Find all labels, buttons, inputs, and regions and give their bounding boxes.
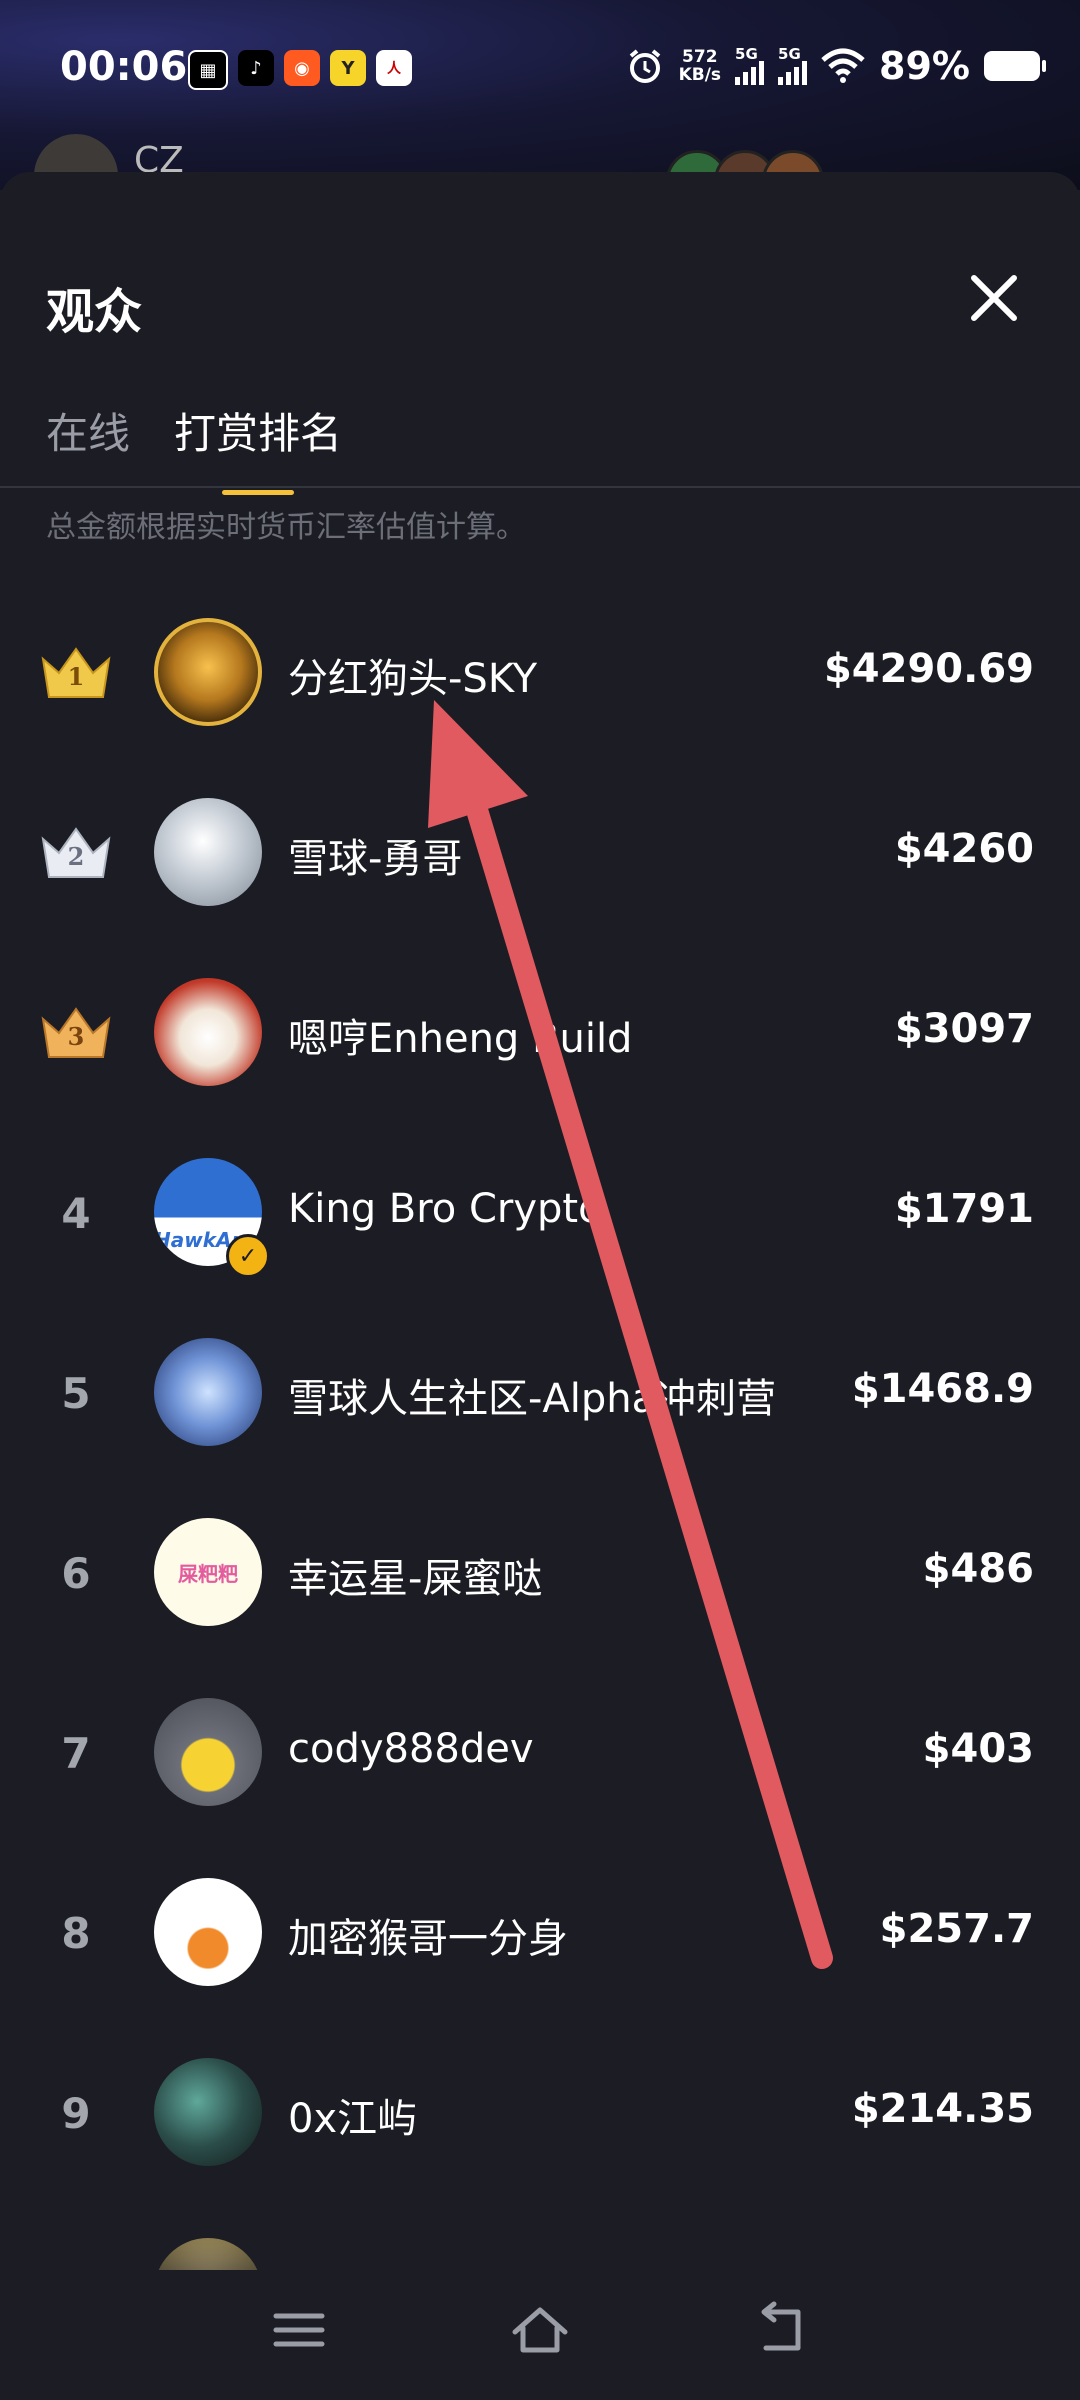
donation-amount: $1468.9 xyxy=(851,1366,1034,1412)
okx-app-icon: ▦ xyxy=(188,50,228,90)
donor-name: King Bro Crypto xyxy=(288,1186,603,1232)
leaderboard-row[interactable]: 3 嗯哼Enheng Build $3097 xyxy=(0,944,1080,1124)
rank-badge: 6 xyxy=(36,1538,116,1608)
donor-name: 嗯哼Enheng Build xyxy=(288,1016,633,1062)
donor-name: cody888dev xyxy=(288,1726,534,1772)
back-icon[interactable] xyxy=(746,2300,816,2360)
rank-badge: 7 xyxy=(36,1718,116,1788)
donation-amount: $403 xyxy=(922,1726,1034,1772)
yy-app-icon: Y xyxy=(330,50,366,86)
audience-sheet: 观众 在线 打赏排名 总金额根据实时货币汇率估值计算。 1 分红狗头-SKY $… xyxy=(0,172,1080,2400)
leaderboard-row[interactable]: 5 雪球人生社区-Alpha冲刺营 $1468.9 xyxy=(0,1304,1080,1484)
avatar[interactable] xyxy=(154,978,262,1086)
verified-badge-icon: ✓ xyxy=(226,1234,270,1278)
sim1-signal: 5G xyxy=(735,45,765,85)
clock: 00:06 xyxy=(60,44,188,90)
rank-number: 3 xyxy=(67,1022,85,1051)
leaderboard-list[interactable]: 1 分红狗头-SKY $4290.69 2 雪球-勇哥 $4260 3 嗯哼En… xyxy=(0,584,1080,2274)
rank-number: 7 xyxy=(61,1728,91,1778)
currency-note: 总金额根据实时货币汇率估值计算。 xyxy=(46,510,526,545)
donation-amount: $257.7 xyxy=(879,1906,1034,1952)
battery-icon xyxy=(984,51,1046,81)
donation-amount: $3097 xyxy=(894,1006,1034,1052)
sheet-title: 观众 xyxy=(46,284,143,340)
rank-badge: 1 xyxy=(36,638,116,708)
donation-amount: $4290.69 xyxy=(823,646,1034,692)
close-icon[interactable] xyxy=(964,268,1024,328)
network-speed-unit: KB/s xyxy=(678,65,722,85)
rank-badge: 4 xyxy=(36,1178,116,1248)
rank-number: 6 xyxy=(61,1548,91,1598)
tabs-divider xyxy=(0,486,1080,488)
leaderboard-row[interactable]: 1 分红狗头-SKY $4290.69 xyxy=(0,584,1080,764)
rank-number: 8 xyxy=(61,1908,91,1958)
avatar-text: 屎粑粑 xyxy=(178,1562,238,1586)
home-icon[interactable] xyxy=(505,2300,575,2360)
signal-bars-icon xyxy=(778,61,808,85)
news-app-icon: 人 xyxy=(376,50,412,86)
leaderboard-row[interactable]: 6 屎粑粑 幸运星-屎蜜哒 $486 xyxy=(0,1484,1080,1664)
donation-amount: $214.35 xyxy=(851,2086,1034,2132)
system-nav-bar xyxy=(0,2270,1080,2400)
rank-number: 5 xyxy=(61,1368,91,1418)
sim2-signal: 5G xyxy=(778,45,808,85)
leaderboard-row[interactable]: 9 0x江屿 $214.35 xyxy=(0,2024,1080,2204)
avatar[interactable] xyxy=(154,1698,262,1806)
rank-number: 9 xyxy=(61,2088,91,2138)
tab-gift-ranking[interactable]: 打赏排名 xyxy=(174,400,342,495)
alarm-icon xyxy=(629,49,660,83)
donation-amount: $1791 xyxy=(894,1186,1034,1232)
leaderboard-row[interactable]: 7 cody888dev $403 xyxy=(0,1664,1080,1844)
tab-online[interactable]: 在线 xyxy=(46,400,130,495)
menu-icon[interactable] xyxy=(264,2300,334,2360)
donor-name: 加密猴哥一分身 xyxy=(288,1916,568,1962)
leaderboard-row[interactable]: 4 HawkArm ✓ King Bro Crypto $1791 xyxy=(0,1124,1080,1304)
rank-badge: 9 xyxy=(36,2078,116,2148)
sim2-type: 5G xyxy=(778,45,801,63)
donation-amount: $486 xyxy=(922,1546,1034,1592)
donor-name: 雪球-勇哥 xyxy=(288,836,463,882)
rank-number: 2 xyxy=(67,842,85,871)
avatar[interactable] xyxy=(154,1878,262,1986)
leaderboard-row[interactable]: 2 雪球-勇哥 $4260 xyxy=(0,764,1080,944)
signal-bars-icon xyxy=(735,61,765,85)
rank-badge: 3 xyxy=(36,998,116,1068)
network-speed-value: 572 xyxy=(682,47,718,67)
donor-name: 幸运星-屎蜜哒 xyxy=(288,1556,543,1602)
avatar[interactable] xyxy=(154,798,262,906)
kuaishou-app-icon: ◉ xyxy=(284,50,320,86)
avatar[interactable] xyxy=(154,618,262,726)
status-bar: 00:06 ▦ ♪ ◉ Y 人 572 KB/s 5G 5G 89% xyxy=(0,0,1080,140)
donor-name: 分红狗头-SKY xyxy=(288,656,538,702)
battery-percent: 89% xyxy=(879,44,970,88)
donor-name: 雪球人生社区-Alpha冲刺营 xyxy=(288,1376,777,1422)
rank-badge: 8 xyxy=(36,1898,116,1968)
wifi-icon xyxy=(821,48,865,83)
notification-app-icons: ▦ ♪ ◉ Y 人 xyxy=(188,50,412,90)
avatar[interactable]: 屎粑粑 xyxy=(154,1518,262,1626)
sim1-type: 5G xyxy=(735,45,758,63)
donation-amount: $4260 xyxy=(894,826,1034,872)
rank-number: 4 xyxy=(61,1188,91,1238)
avatar[interactable] xyxy=(154,2058,262,2166)
status-indicators: 572 KB/s 5G 5G 89% xyxy=(625,44,1046,88)
tab-bar: 在线 打赏排名 xyxy=(46,400,342,495)
leaderboard-row[interactable]: 8 加密猴哥一分身 $257.7 xyxy=(0,1844,1080,2024)
avatar[interactable] xyxy=(154,1338,262,1446)
tiktok-app-icon: ♪ xyxy=(238,50,274,86)
rank-number: 1 xyxy=(67,662,85,691)
rank-badge: 2 xyxy=(36,818,116,888)
rank-badge: 5 xyxy=(36,1358,116,1428)
network-speed: 572 KB/s xyxy=(679,48,721,84)
donor-name: 0x江屿 xyxy=(288,2096,418,2142)
